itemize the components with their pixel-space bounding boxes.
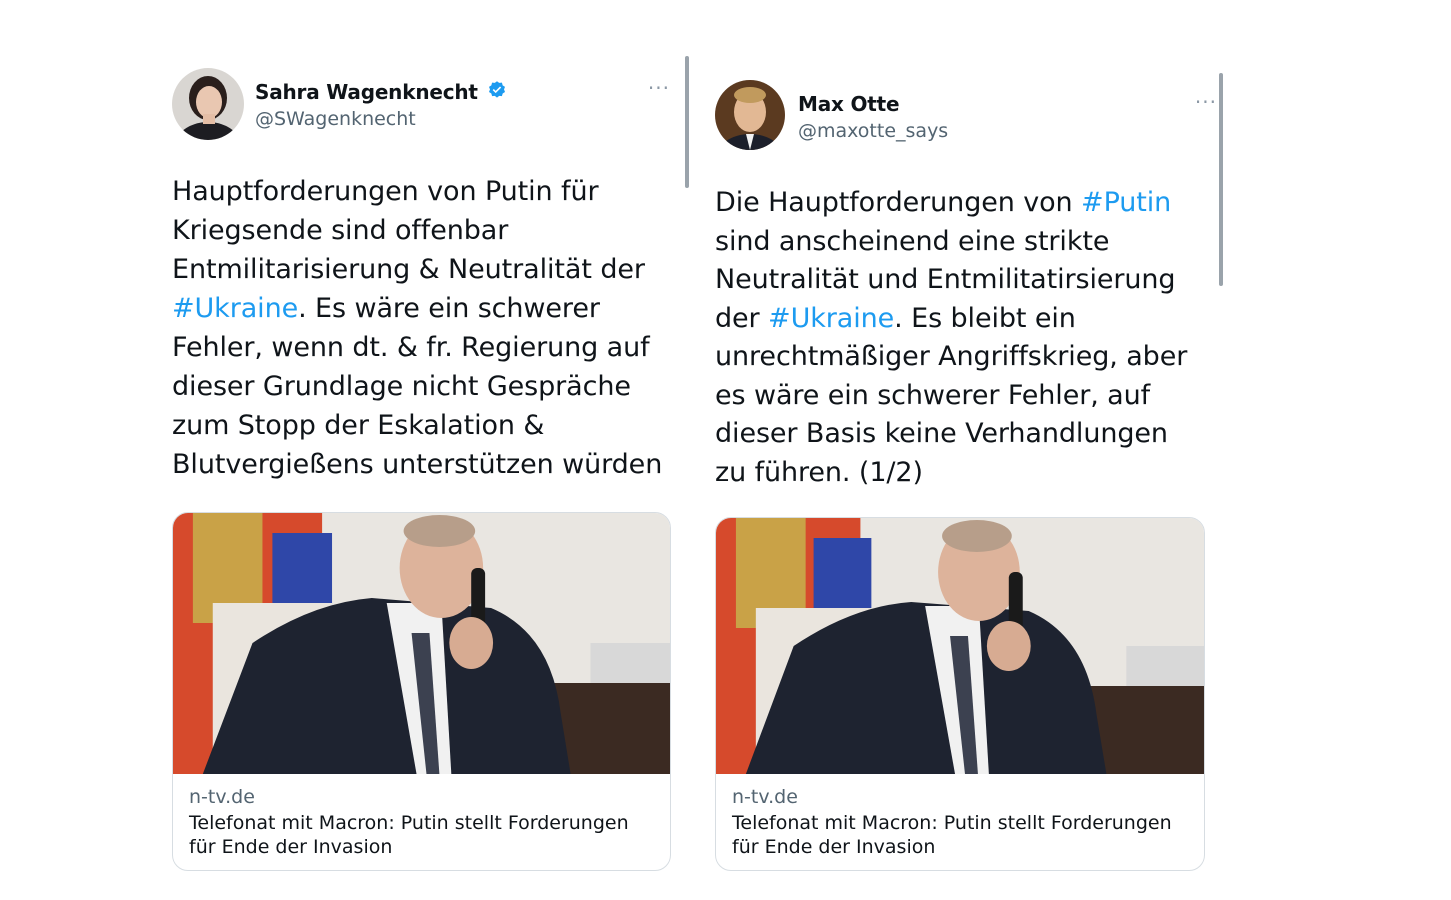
card-title: Telefonat mit Macron: Putin stellt Forde… xyxy=(189,812,629,858)
avatar[interactable] xyxy=(172,68,244,140)
text-segment: Hauptforderungen von Putin für Kriegsend… xyxy=(172,176,645,285)
handle[interactable]: @SWagenknecht xyxy=(255,108,507,130)
card-title: Telefonat mit Macron: Putin stellt Forde… xyxy=(732,812,1172,858)
tweet-header: Sahra Wagenknecht @SWagenknecht ··· xyxy=(172,68,672,142)
verified-badge-icon xyxy=(487,80,507,104)
card-image xyxy=(716,518,1204,774)
card-domain: n-tv.de xyxy=(189,786,255,808)
display-name[interactable]: Sahra Wagenknecht xyxy=(255,80,478,104)
tweet-text: Hauptforderungen von Putin für Kriegsend… xyxy=(172,172,672,484)
tweet-text: Die Hauptforderungen von #Putin sind ans… xyxy=(715,184,1205,492)
handle[interactable]: @maxotte_says xyxy=(798,120,948,142)
link-card[interactable]: n-tv.de Telefonat mit Macron: Putin stel… xyxy=(715,517,1205,871)
display-name[interactable]: Max Otte xyxy=(798,92,900,116)
hashtag-link[interactable]: #Putin xyxy=(1081,187,1171,218)
link-card[interactable]: n-tv.de Telefonat mit Macron: Putin stel… xyxy=(172,512,671,871)
text-segment: Die Hauptforderungen von xyxy=(715,187,1082,218)
scrollbar[interactable] xyxy=(1219,73,1223,286)
more-options-icon[interactable]: ··· xyxy=(648,76,670,100)
card-domain: n-tv.de xyxy=(732,786,798,808)
hashtag-link[interactable]: #Ukraine xyxy=(768,303,894,334)
card-image xyxy=(173,513,670,774)
tweet-header: Max Otte @maxotte_says ··· xyxy=(715,80,1216,154)
tweet-wagenknecht: Sahra Wagenknecht @SWagenknecht ··· Haup… xyxy=(172,68,672,484)
more-options-icon[interactable]: ··· xyxy=(1195,90,1217,114)
tweet-otte: Max Otte @maxotte_says ··· Die Hauptford… xyxy=(715,80,1216,492)
avatar[interactable] xyxy=(715,80,785,150)
hashtag-link[interactable]: #Ukraine xyxy=(172,293,298,324)
scrollbar[interactable] xyxy=(685,56,689,188)
